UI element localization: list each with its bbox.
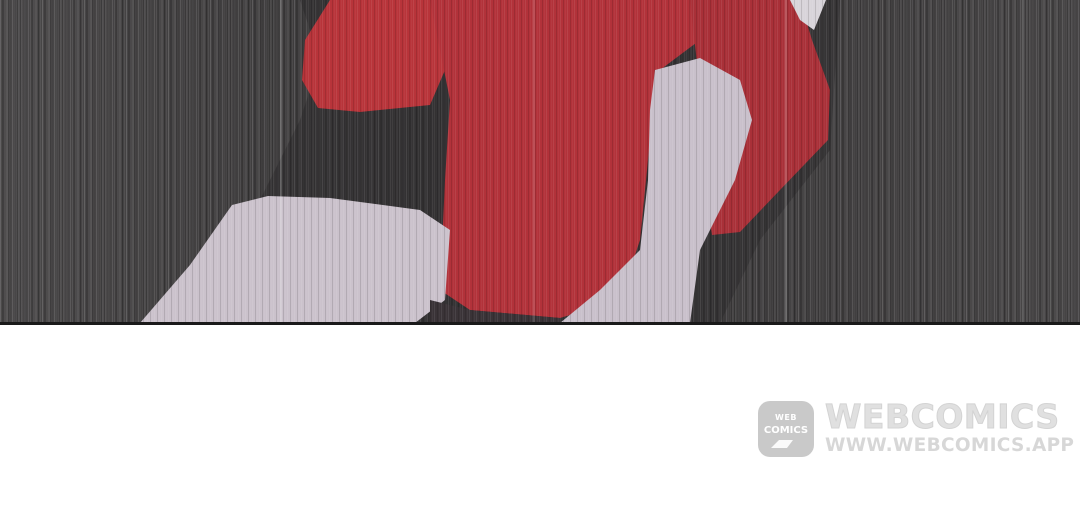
rain-streaks <box>0 0 1080 323</box>
rain-line <box>533 0 535 323</box>
watermark-url: WWW.WEBCOMICS.APP <box>825 435 1075 456</box>
watermark-title: WEBCOMICS <box>825 397 1060 436</box>
webcomics-watermark: WEB COMICS WEBCOMICS WWW.WEBCOMICS.APP <box>757 397 1074 462</box>
logo-text-top: WEB <box>775 413 797 422</box>
comic-artwork <box>0 0 1080 323</box>
rain-line <box>1022 0 1024 323</box>
logo-text-bottom: COMICS <box>763 425 809 436</box>
rain-line <box>785 0 787 323</box>
rain-line <box>280 0 282 323</box>
comic-panel <box>0 0 1080 323</box>
